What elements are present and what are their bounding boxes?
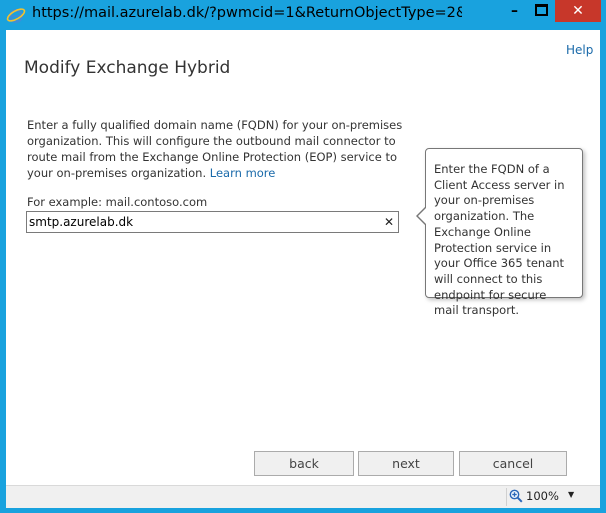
maximize-button[interactable] — [528, 0, 555, 22]
maximize-icon — [535, 3, 548, 16]
page-title: Modify Exchange Hybrid — [24, 58, 231, 78]
window-title: https://mail.azurelab.dk/?pwmcid=1&Retur… — [32, 5, 462, 21]
example-hint: For example: mail.contoso.com — [27, 195, 208, 209]
cancel-button[interactable]: cancel — [459, 451, 567, 476]
zoom-icon — [509, 489, 523, 503]
back-button[interactable]: back — [254, 451, 354, 476]
window-titlebar: https://mail.azurelab.dk/?pwmcid=1&Retur… — [0, 0, 606, 30]
next-button[interactable]: next — [358, 451, 454, 476]
fqdn-input[interactable] — [29, 214, 379, 230]
fqdn-input-wrapper: ✕ — [26, 211, 399, 233]
internet-explorer-icon — [6, 8, 26, 23]
zoom-dropdown-icon[interactable]: ▼ — [568, 490, 574, 499]
status-bar: 100% ▼ — [6, 485, 600, 508]
window-frame-left — [0, 30, 6, 513]
callout-arrow-inner — [418, 207, 427, 225]
fqdn-help-callout: Enter the FQDN of a Client Access server… — [416, 148, 583, 317]
zoom-level[interactable]: 100% — [526, 489, 559, 503]
learn-more-link[interactable]: Learn more — [210, 166, 276, 180]
clear-icon[interactable]: ✕ — [384, 214, 394, 230]
minimize-button[interactable]: – — [501, 0, 528, 22]
close-button[interactable]: ✕ — [555, 0, 601, 22]
description-text: Enter a fully qualified domain name (FQD… — [27, 117, 407, 181]
status-bar-divider — [506, 488, 507, 506]
help-link[interactable]: Help — [566, 43, 593, 57]
callout-text: Enter the FQDN of a Client Access server… — [434, 162, 565, 318]
window-frame-right — [600, 30, 606, 513]
